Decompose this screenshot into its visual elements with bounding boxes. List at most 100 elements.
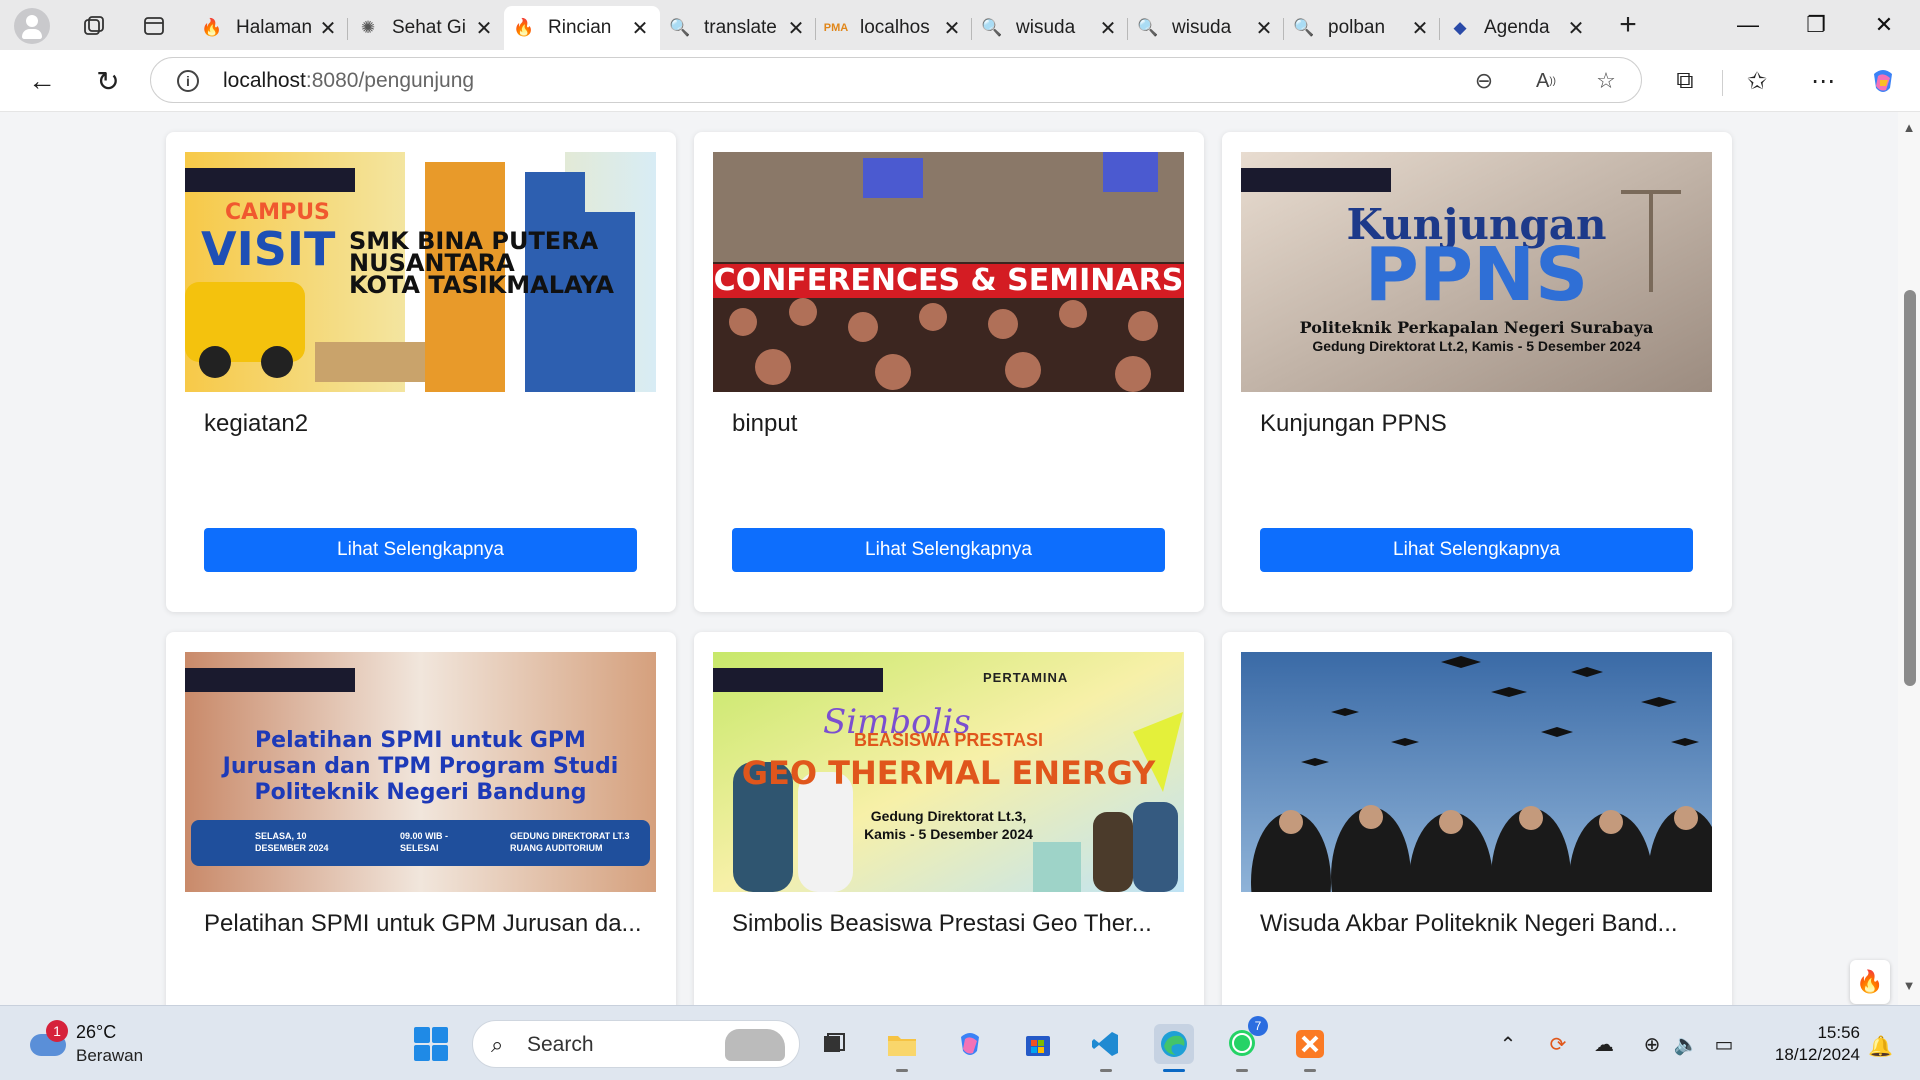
microsoft-store-icon[interactable]: [1018, 1024, 1058, 1064]
close-icon[interactable]: ✕: [1410, 16, 1430, 41]
windows-logo-pane: [414, 1027, 430, 1043]
restore-button[interactable]: ❐: [1784, 0, 1848, 50]
polban-icon: ◆: [1453, 18, 1467, 37]
close-icon[interactable]: ✕: [942, 16, 962, 41]
event-thumbnail[interactable]: CAMPUS VISIT SMK BINA PUTERA NUSANTARA K…: [185, 152, 656, 392]
event-card: Kunjungan PPNS Politeknik Perkapalan Neg…: [1222, 132, 1732, 612]
close-icon[interactable]: ✕: [1254, 16, 1274, 41]
sync-icon[interactable]: ⟳: [1544, 1030, 1572, 1058]
running-indicator: [1304, 1069, 1316, 1072]
weather-description: Berawan: [76, 1046, 144, 1065]
view-details-button[interactable]: Lihat Selengkapnya: [1260, 528, 1693, 572]
tab-title: wisuda: [1016, 17, 1076, 38]
edge-browser-icon[interactable]: [1154, 1024, 1194, 1072]
event-card: Pelatihan SPMI untuk GPM Jurusan dan TPM…: [166, 632, 676, 1005]
back-button[interactable]: ←: [22, 62, 62, 100]
banner-text: CONFERENCES & SEMINARS: [713, 263, 1184, 298]
read-aloud-icon[interactable]: A)): [1531, 66, 1561, 96]
scrollbar[interactable]: ▲ ▼: [1898, 112, 1920, 1005]
search-label: Search: [527, 1033, 594, 1056]
scroll-up-icon[interactable]: ▲: [1902, 120, 1916, 135]
tab-polban[interactable]: 🔍 polban ✕: [1284, 6, 1440, 50]
copilot-app-icon[interactable]: [950, 1024, 990, 1064]
favorite-star-icon[interactable]: ☆: [1591, 66, 1621, 96]
weather-widget[interactable]: 1 26°C Berawan: [26, 1020, 156, 1068]
refresh-button[interactable]: ↻: [88, 62, 128, 100]
url-field[interactable]: i localhost:8080/pengunjung ⊖ A)) ☆: [150, 57, 1642, 103]
notification-bell-icon[interactable]: 🔔: [1868, 1034, 1893, 1059]
tab-title: localhos: [860, 17, 930, 38]
running-indicator: [1163, 1069, 1185, 1072]
event-thumbnail[interactable]: CONFERENCES & SEMINARS: [713, 152, 1184, 392]
event-thumbnail[interactable]: Kunjungan PPNS Politeknik Perkapalan Neg…: [1241, 152, 1712, 392]
url-text[interactable]: localhost:8080/pengunjung: [223, 69, 474, 93]
search-icon: 🔍: [669, 18, 691, 37]
phpmyadmin-icon: PMA: [823, 22, 849, 34]
tab-translate[interactable]: 🔍 translate ✕: [660, 6, 816, 50]
more-menu-icon[interactable]: ⋯: [1806, 64, 1840, 98]
running-indicator: [1236, 1069, 1248, 1072]
close-icon[interactable]: ✕: [630, 16, 650, 41]
view-details-button[interactable]: Lihat Selengkapnya: [204, 528, 637, 572]
event-thumbnail[interactable]: PERTAMINA Simbolis BEASISWA PRESTASI GEO…: [713, 652, 1184, 892]
close-icon[interactable]: ✕: [474, 16, 494, 41]
tab-title: Agenda: [1484, 17, 1550, 38]
windows-taskbar: 1 26°C Berawan ⌕ Search 7 ⌃ ⟳ ☁ ⊕ 🔈 ▭ 15…: [0, 1005, 1920, 1080]
browser-tab-bar: 🔥 Halaman ✕ ✺ Sehat Gi ✕ 🔥 Rincian ✕ 🔍 t…: [0, 0, 1920, 50]
banner-text: Gedung Direktorat Lt.3,: [870, 808, 1027, 824]
network-globe-icon[interactable]: ⊕: [1638, 1030, 1666, 1058]
start-button[interactable]: [414, 1027, 448, 1061]
tab-localhost[interactable]: PMA localhos ✕: [816, 6, 972, 50]
flame-icon: 🔥: [513, 18, 535, 37]
tab-wisuda-1[interactable]: 🔍 wisuda ✕: [972, 6, 1128, 50]
system-clock[interactable]: 15:56 18/12/2024: [1756, 1022, 1860, 1066]
event-thumbnail[interactable]: [1241, 652, 1712, 892]
search-icon: ⌕: [491, 1032, 504, 1057]
tab-wisuda-2[interactable]: 🔍 wisuda ✕: [1128, 6, 1284, 50]
flame-icon[interactable]: 🔥: [1850, 960, 1890, 1004]
battery-icon[interactable]: ▭: [1710, 1030, 1738, 1058]
scroll-down-icon[interactable]: ▼: [1902, 978, 1916, 993]
profile-avatar-icon[interactable]: [14, 8, 50, 44]
copilot-icon[interactable]: [1866, 64, 1900, 98]
close-icon[interactable]: ✕: [786, 16, 806, 41]
vscode-icon[interactable]: [1086, 1024, 1126, 1072]
banner-place: GEDUNG DIREKTORAT LT.3 RUANG AUDITORIUM: [510, 831, 630, 853]
view-details-button[interactable]: Lihat Selengkapnya: [732, 528, 1165, 572]
close-icon[interactable]: ✕: [1098, 16, 1118, 41]
close-window-button[interactable]: ✕: [1852, 0, 1916, 50]
tab-title: Rincian: [548, 17, 612, 38]
tab-halaman[interactable]: 🔥 Halaman ✕: [192, 6, 348, 50]
banner-date: SELASA, 10 DESEMBER 2024: [255, 831, 329, 853]
file-explorer-icon[interactable]: [882, 1024, 922, 1072]
event-thumbnail[interactable]: Pelatihan SPMI untuk GPM Jurusan dan TPM…: [185, 652, 656, 892]
tab-sehat[interactable]: ✺ Sehat Gi ✕: [348, 6, 504, 50]
event-title: Simbolis Beasiswa Prestasi Geo Ther...: [732, 910, 1152, 937]
favorites-icon[interactable]: ✩: [1740, 64, 1774, 98]
tab-title: Halaman: [236, 17, 313, 38]
tab-title: wisuda: [1172, 17, 1232, 38]
url-host: localhost: [223, 69, 306, 92]
onedrive-cloud-icon[interactable]: ☁: [1590, 1030, 1618, 1058]
whatsapp-icon[interactable]: 7: [1222, 1016, 1268, 1072]
workspaces-icon[interactable]: [78, 10, 110, 42]
chevron-up-icon[interactable]: ⌃: [1494, 1030, 1522, 1058]
minimize-button[interactable]: —: [1716, 0, 1780, 50]
tab-rincian[interactable]: 🔥 Rincian ✕: [504, 6, 660, 50]
close-icon[interactable]: ✕: [318, 16, 338, 41]
tab-agenda[interactable]: ◆ Agenda ✕: [1440, 6, 1596, 50]
banner-text: Kamis - 5 Desember 2024: [864, 826, 1033, 842]
banner-text: VISIT: [201, 222, 336, 276]
task-view-icon[interactable]: [814, 1024, 854, 1064]
zoom-out-icon[interactable]: ⊖: [1469, 66, 1499, 96]
close-icon[interactable]: ✕: [1566, 16, 1586, 41]
xampp-icon[interactable]: [1290, 1024, 1330, 1072]
info-icon[interactable]: i: [177, 70, 199, 92]
vertical-tabs-icon[interactable]: [138, 10, 170, 42]
scrollbar-thumb[interactable]: [1904, 290, 1916, 686]
taskbar-search[interactable]: ⌕ Search: [472, 1020, 800, 1068]
new-tab-button[interactable]: +: [1612, 10, 1644, 42]
tab-title: Sehat Gi: [392, 17, 466, 38]
extensions-icon[interactable]: ⧉: [1668, 64, 1702, 98]
volume-icon[interactable]: 🔈: [1672, 1030, 1700, 1058]
